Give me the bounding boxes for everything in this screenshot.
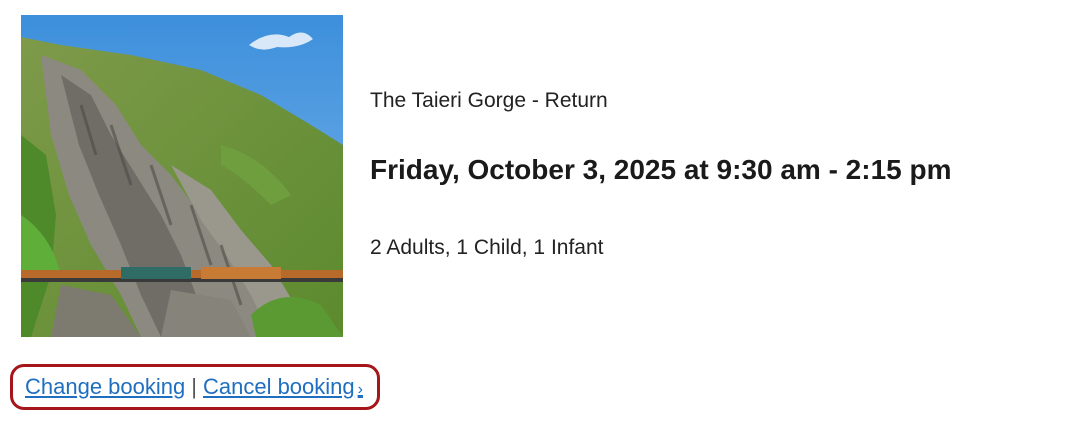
actions-separator: | [191,374,197,399]
booking-actions: Change booking | Cancel booking › [10,364,380,410]
trip-guests: 2 Adults, 1 Child, 1 Infant [370,236,604,259]
trip-details: The Taieri Gorge - Return Friday, Octobe… [370,86,952,259]
change-booking-link[interactable]: Change booking [25,374,185,400]
cancel-booking-link[interactable]: Cancel booking › [203,374,363,400]
trip-name: The Taieri Gorge - Return [370,89,608,112]
booking-summary: The Taieri Gorge - Return Friday, Octobe… [0,0,1080,430]
cancel-booking-label: Cancel booking [202,374,355,399]
trip-photo [21,15,343,337]
trip-datetime: Friday, October 3, 2025 at 9:30 am - 2:1… [370,154,952,185]
chevron-right-icon: › [357,381,363,398]
